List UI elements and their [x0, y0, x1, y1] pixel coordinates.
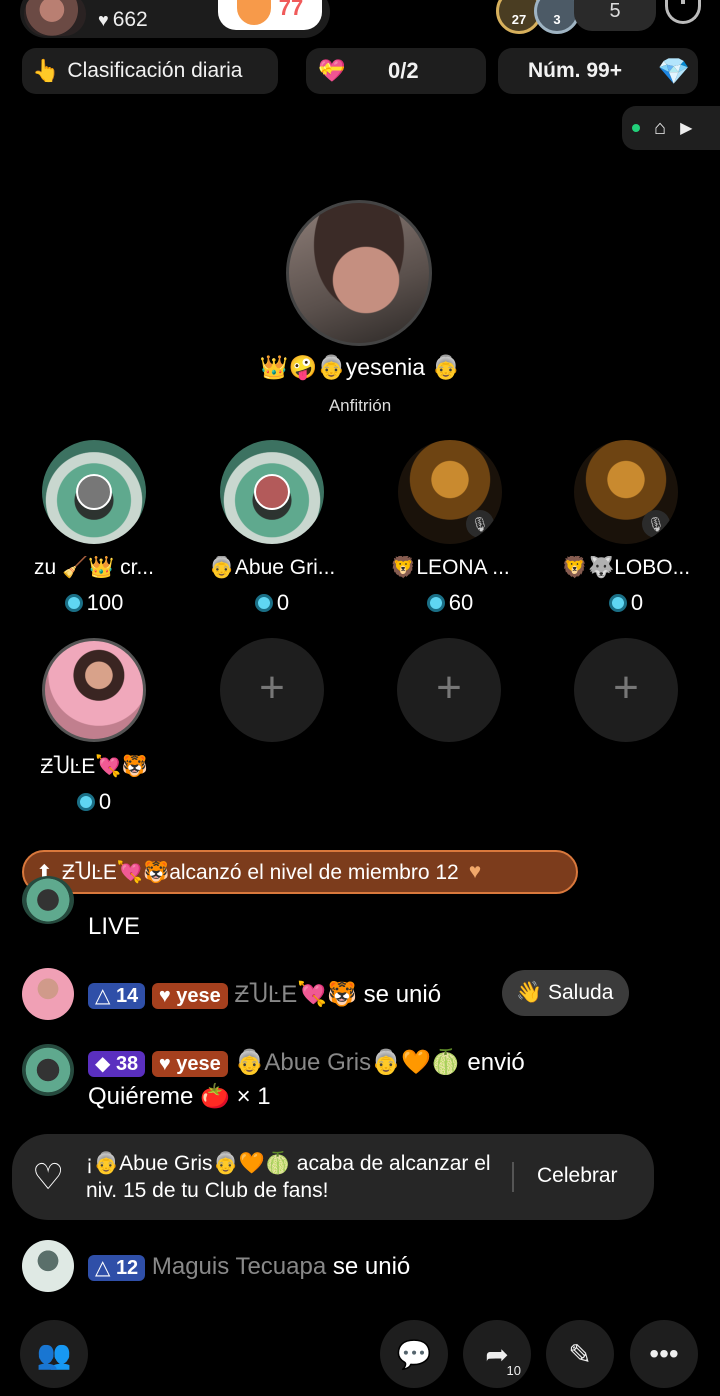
guest-seat[interactable]: zu 🧹👑 cr... 100 — [6, 440, 182, 616]
wave-icon: 👋 — [516, 981, 543, 1004]
guest-seat[interactable]: 🎙 🦁🐺LOBO... 0 — [538, 440, 714, 616]
follow-button[interactable]: 77 — [218, 0, 322, 30]
guest-score: 0 — [184, 590, 360, 616]
chat-username[interactable]: 👵Abue Gris👵🧡🍈 — [234, 1049, 460, 1076]
chevron-right-icon[interactable]: ▶ — [680, 118, 692, 138]
live-tools-pill[interactable]: ⌂ ▶ — [622, 106, 720, 150]
fan-club-badge: ♥ yese — [151, 1050, 228, 1077]
guest-avatar[interactable] — [42, 638, 146, 742]
chat-message: △ 14 ♥ yese ƵႮĿЕ💘🐯 se unió 👋 Saluda — [22, 968, 682, 1024]
guest-avatar[interactable] — [220, 440, 324, 544]
guest-score: 0 — [6, 789, 182, 815]
chat-username[interactable]: Maguis Tecuapa — [152, 1253, 326, 1280]
guest-avatar[interactable] — [42, 440, 146, 544]
share-icon[interactable]: ➦ 10 — [463, 1320, 531, 1388]
guest-score: 0 — [538, 590, 714, 616]
user-level-badge: △ 14 — [88, 982, 146, 1009]
chat-avatar[interactable] — [22, 968, 74, 1020]
mic-muted-icon: 🎙 — [466, 510, 494, 538]
guest-seat[interactable]: 👵Abue Gri... 0 — [184, 440, 360, 616]
heart-icon: ♥ — [98, 10, 109, 30]
host-name[interactable]: 👑🤪👵yesenia 👵 — [0, 354, 720, 381]
wave-greet-button[interactable]: 👋 Saluda — [502, 970, 630, 1016]
top-viewers[interactable]: 27 3 5 — [496, 0, 656, 34]
guest-avatar[interactable]: 🎙 — [574, 440, 678, 544]
viewer-count[interactable]: 5 — [574, 0, 656, 31]
guest-score: 60 — [362, 590, 538, 616]
chat-message: △ 12 Maguis Tecuapa se unió — [22, 1240, 682, 1296]
people-icon[interactable]: 👥 — [20, 1320, 88, 1388]
heart-outline-icon: ♡ — [32, 1156, 65, 1197]
host-mini-avatar[interactable] — [24, 0, 86, 36]
diamond-icon — [608, 594, 627, 612]
diamond-icon — [254, 594, 273, 612]
gift-line: Quiéreme 🍅 × 1 — [88, 1083, 271, 1110]
guest-name: 👵Abue Gri... — [208, 556, 336, 579]
empty-seat[interactable]: + — [184, 638, 360, 742]
guest-seat[interactable]: ƵႮĿЕ💘🐯 0 — [6, 638, 182, 815]
fan-club-badge: ♥ yese — [151, 982, 228, 1009]
daily-ranking-chip[interactable]: 👆 Clasificación diaria — [22, 48, 278, 94]
celebrate-button[interactable]: Celebrar — [537, 1164, 618, 1188]
host-avatar[interactable] — [286, 200, 432, 346]
plus-icon[interactable]: + — [220, 638, 324, 742]
guest-name: ƵႮĿЕ💘🐯 — [40, 755, 148, 778]
guest-seat[interactable]: 🎙 🦁LEONA ... 60 — [362, 440, 538, 616]
empty-seat[interactable]: + — [361, 638, 537, 742]
empty-seat[interactable]: + — [538, 638, 714, 742]
diamond-icon — [426, 594, 445, 612]
live-dot-icon — [632, 124, 640, 132]
chat-avatar[interactable] — [22, 876, 74, 924]
power-icon[interactable] — [665, 0, 701, 24]
guest-avatar[interactable]: 🎙 — [398, 440, 502, 544]
plus-icon[interactable]: + — [574, 638, 678, 742]
more-icon[interactable]: ••• — [630, 1320, 698, 1388]
diamond-icon — [76, 793, 95, 811]
host-role: Anfitrión — [328, 396, 392, 415]
chat-avatar[interactable] — [22, 1044, 74, 1096]
plus-icon[interactable]: + — [397, 638, 501, 742]
heart-icon — [236, 0, 271, 25]
comment-icon[interactable]: 💬 — [380, 1320, 448, 1388]
hand-icon: 👆 — [32, 58, 60, 83]
fan-club-toast: ♡ ¡👵Abue Gris👵🧡🍈 acaba de alcanzar el ni… — [12, 1134, 654, 1220]
diamond-icon — [64, 594, 83, 612]
mic-muted-icon: 🎙 — [642, 510, 670, 538]
chat-avatar[interactable] — [22, 1240, 74, 1292]
magic-wand-icon[interactable]: ✎ — [546, 1320, 614, 1388]
diamond-icon: 💎 — [657, 56, 690, 86]
user-level-badge: △ 12 — [88, 1254, 146, 1281]
user-level-badge: ◆ 38 — [88, 1050, 146, 1077]
guest-name: 🦁LEONA ... — [390, 556, 510, 579]
chat-message: LIVE — [22, 876, 682, 950]
host-likes: ♥ 662 — [98, 8, 148, 31]
chat-message: ◆ 38 ♥ yese 👵Abue Gris👵🧡🍈 envió Quiéreme… — [22, 1044, 682, 1120]
guest-name: zu 🧹👑 cr... — [34, 556, 154, 579]
chat-username[interactable]: ƵႮĿЕ💘🐯 — [234, 981, 357, 1008]
goal-chip[interactable]: 💝 0/2 — [306, 48, 486, 94]
host-info-pill[interactable]: ♥ 662 77 — [20, 0, 330, 38]
home-icon[interactable]: ⌂ — [654, 117, 666, 140]
guest-score: 100 — [6, 590, 182, 616]
rank-chip[interactable]: Núm. 99+ 💎 — [498, 48, 698, 94]
guest-name: 🦁🐺LOBO... — [561, 556, 691, 579]
heart-gift-icon: 💝 — [318, 58, 346, 83]
